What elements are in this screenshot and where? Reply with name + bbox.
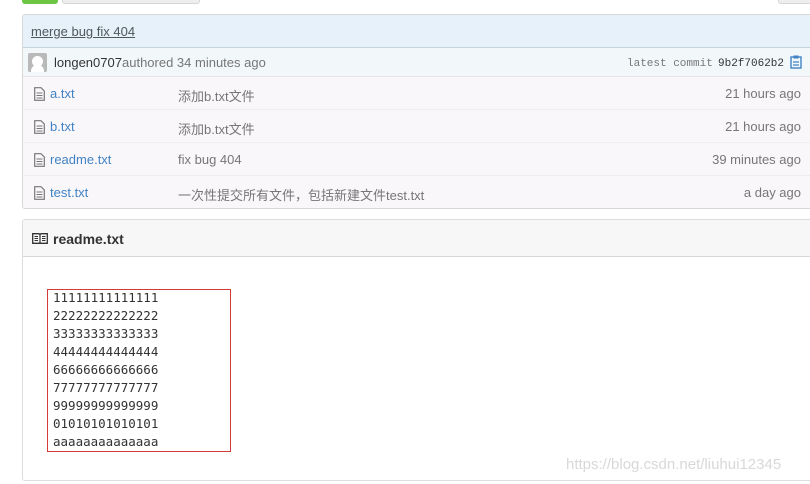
readme-line: 99999999999999 — [53, 398, 159, 413]
top-green-button[interactable] — [22, 0, 58, 4]
latest-commit-label: latest commit — [627, 58, 713, 70]
readme-line: 33333333333333 — [53, 326, 159, 341]
avatar-body-shape — [31, 65, 44, 72]
readme-body: 11111111111111 22222222222222 3333333333… — [23, 257, 810, 480]
readme-line: 11111111111111 — [53, 290, 159, 305]
avatar[interactable] — [28, 53, 47, 72]
file-link-b-txt[interactable]: b.txt — [50, 119, 75, 134]
commit-title-bar: merge bug fix 404 — [23, 15, 810, 48]
commit-meta-bar: longen0707 authored 34 minutes ago lates… — [23, 48, 810, 77]
file-commit-message[interactable]: 一次性提交所有文件，包括新建文件test.txt — [178, 185, 424, 204]
file-link-a-txt[interactable]: a.txt — [50, 86, 75, 101]
author-link[interactable]: longen0707 — [54, 55, 122, 70]
file-link-readme-txt[interactable]: readme.txt — [50, 152, 111, 167]
watermark: https://blog.csdn.net/liuhui12345 — [566, 456, 782, 473]
readme-panel: readme.txt 11111111111111 22222222222222… — [22, 219, 810, 481]
file-link-test-txt[interactable]: test.txt — [50, 185, 88, 200]
file-row: readme.txt fix bug 404 39 minutes ago — [23, 143, 810, 176]
readme-line: aaaaaaaaaaaaaa — [53, 434, 159, 449]
readme-header: readme.txt — [23, 220, 810, 257]
file-icon — [34, 186, 45, 200]
top-right-button[interactable] — [778, 0, 810, 4]
file-age: 21 hours ago — [725, 119, 801, 134]
readme-line: 22222222222222 — [53, 308, 159, 323]
readme-line: 66666666666666 — [53, 362, 159, 377]
clipboard-icon[interactable] — [790, 55, 802, 69]
file-age: 39 minutes ago — [712, 152, 801, 167]
file-row: b.txt 添加b.txt文件 21 hours ago — [23, 110, 810, 143]
top-gray-button[interactable] — [62, 0, 200, 4]
readme-line: 01010101010101 — [53, 416, 159, 431]
file-commit-message[interactable]: fix bug 404 — [178, 152, 242, 167]
file-icon — [34, 120, 45, 134]
file-row: test.txt 一次性提交所有文件，包括新建文件test.txt a day … — [23, 176, 810, 208]
readme-line: 44444444444444 — [53, 344, 159, 359]
readme-content-highlight: 11111111111111 22222222222222 3333333333… — [47, 289, 231, 452]
commit-sha-link[interactable]: 9b2f7062b2 — [718, 58, 784, 70]
file-age: 21 hours ago — [725, 86, 801, 101]
file-age: a day ago — [743, 185, 801, 200]
file-row: a.txt 添加b.txt文件 21 hours ago — [23, 77, 810, 110]
file-icon — [34, 153, 45, 167]
file-navigation: merge bug fix 404 longen0707 authored 34… — [22, 14, 810, 209]
readme-title: readme.txt — [53, 231, 124, 247]
commit-message-link[interactable]: merge bug fix 404 — [31, 24, 135, 39]
book-icon — [32, 233, 48, 244]
file-icon — [34, 87, 45, 101]
readme-line: 77777777777777 — [53, 380, 159, 395]
file-commit-message[interactable]: 添加b.txt文件 — [178, 86, 255, 105]
file-commit-message[interactable]: 添加b.txt文件 — [178, 119, 255, 138]
authored-time: authored 34 minutes ago — [122, 55, 266, 70]
